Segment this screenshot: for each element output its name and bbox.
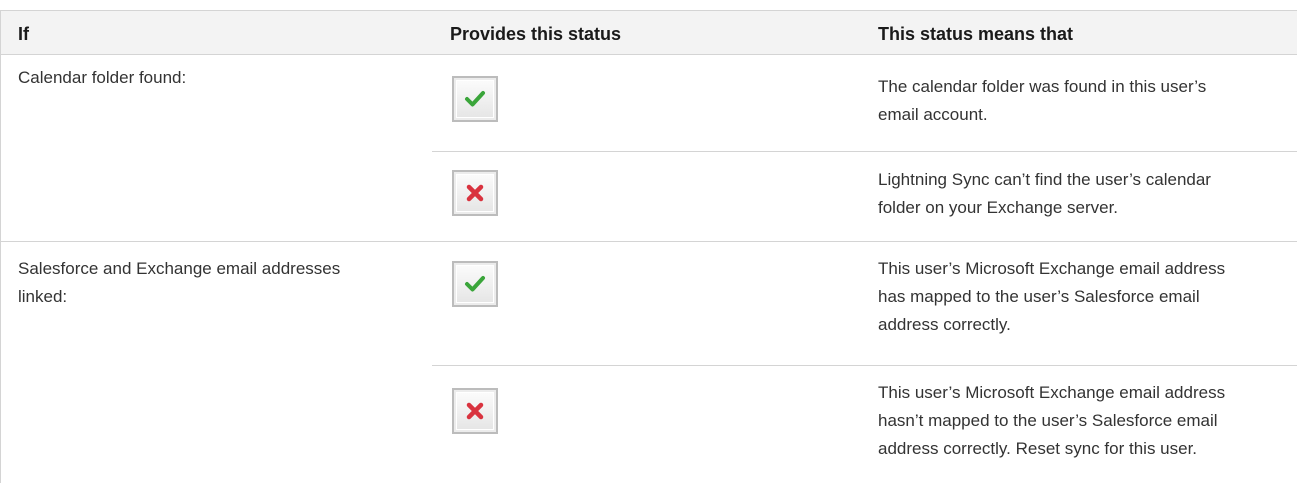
meaning-line: Lightning Sync can’t find the user’s cal…: [878, 170, 1211, 189]
meaning-line: This user’s Microsoft Exchange email add…: [878, 383, 1226, 402]
status-x-box: [452, 388, 498, 434]
meaning-line: has mapped to the user’s Salesforce emai…: [878, 287, 1200, 306]
condition-line: Salesforce and Exchange email addresses: [18, 259, 341, 278]
header-status-means: This status means that: [878, 24, 1074, 44]
green-check-icon: [465, 91, 485, 107]
status-table: If Provides this status This status mean…: [0, 10, 1297, 483]
meaning-line: address correctly. Reset sync for this u…: [878, 439, 1198, 458]
meaning-line: email account.: [878, 105, 988, 124]
green-check-icon: [465, 276, 485, 292]
meaning-cell: This user’s Microsoft Exchange email add…: [878, 379, 1297, 463]
meaning-line: folder on your Exchange server.: [878, 198, 1119, 217]
condition-calendar-folder: Calendar folder found:: [18, 68, 187, 87]
table-header: If Provides this status This status mean…: [1, 10, 1297, 55]
row-divider: [432, 365, 1297, 366]
red-x-icon: [466, 184, 484, 202]
group-divider: [1, 241, 1297, 242]
meaning-cell: Lightning Sync can’t find the user’s cal…: [878, 166, 1297, 222]
meaning-cell: The calendar folder was found in this us…: [878, 73, 1297, 129]
red-x-icon: [466, 402, 484, 420]
meaning-line: address correctly.: [878, 315, 1011, 334]
condition-line: linked:: [18, 287, 68, 306]
status-check-box: [452, 76, 498, 122]
header-provides-status: Provides this status: [450, 24, 622, 44]
meaning-line: This user’s Microsoft Exchange email add…: [878, 259, 1226, 278]
header-if: If: [18, 24, 29, 44]
status-check-box: [452, 261, 498, 307]
meaning-cell: This user’s Microsoft Exchange email add…: [878, 255, 1297, 339]
condition-email-linked: Salesforce and Exchange email addresses …: [18, 255, 428, 311]
meaning-line: hasn’t mapped to the user’s Salesforce e…: [878, 411, 1218, 430]
meaning-line: The calendar folder was found in this us…: [878, 77, 1207, 96]
status-x-box: [452, 170, 498, 216]
row-divider: [432, 151, 1297, 152]
